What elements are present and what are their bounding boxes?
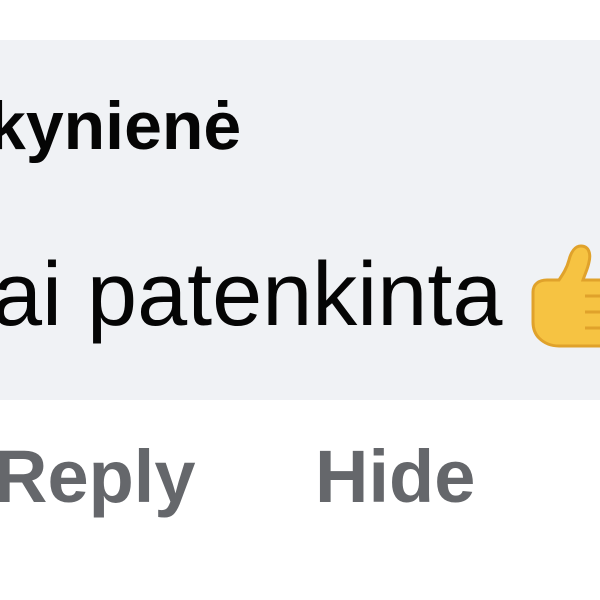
hide-button[interactable]: Hide xyxy=(315,440,475,514)
comment-actions: Reply Hide xyxy=(0,440,600,530)
thumbs-up-icon xyxy=(531,244,600,348)
comment-view: kynienė ai patenkinta Reply Hide xyxy=(0,0,600,600)
comment-author-name[interactable]: kynienė xyxy=(0,92,241,160)
comment-text: ai patenkinta xyxy=(0,245,503,345)
reply-button[interactable]: Reply xyxy=(0,440,196,514)
